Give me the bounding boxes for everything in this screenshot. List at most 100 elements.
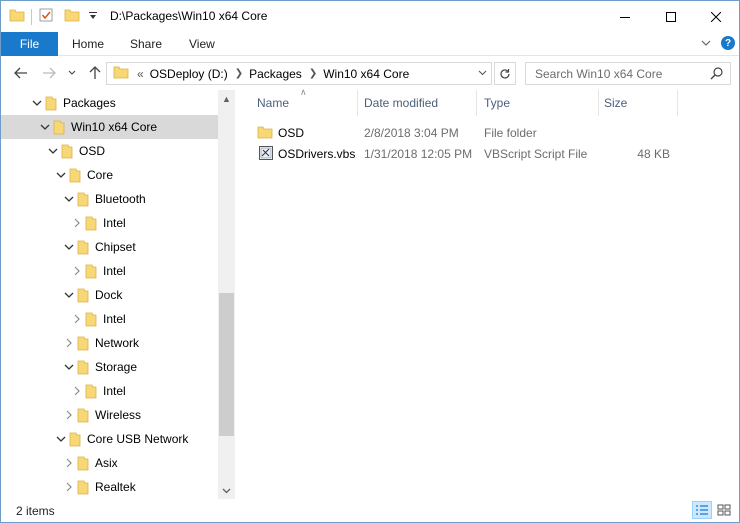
scroll-down-icon[interactable]	[218, 482, 235, 499]
tree-item-network[interactable]: Network	[1, 331, 218, 355]
folder-icon[interactable]	[9, 7, 25, 26]
expand-ribbon-icon[interactable]	[701, 36, 711, 50]
forward-arrow-icon	[43, 67, 56, 79]
address-dropdown-icon[interactable]	[478, 68, 487, 78]
tree-item-label: Bluetooth	[95, 192, 146, 206]
chevron-down-icon[interactable]	[55, 169, 67, 181]
tree-item-asix[interactable]: Asix	[1, 451, 218, 475]
tree-item-intel[interactable]: Intel	[1, 307, 218, 331]
tree-item-intel[interactable]: Intel	[1, 379, 218, 403]
folder-icon	[45, 95, 57, 114]
address-bar[interactable]: « OSDeploy (D:) ❯ Packages ❯ Win10 x64 C…	[106, 62, 492, 85]
chevron-down-icon[interactable]	[31, 97, 43, 109]
file-type: File folder	[484, 125, 537, 140]
column-header-name[interactable]: Name	[257, 90, 289, 116]
recent-locations-button[interactable]	[63, 64, 81, 82]
chevron-right-icon[interactable]	[71, 385, 83, 397]
tab-file[interactable]: File	[1, 32, 58, 56]
column-header-date[interactable]: Date modified	[364, 90, 438, 116]
tree-item-core-usb-network[interactable]: Core USB Network	[1, 427, 218, 451]
tree-scrollbar[interactable]: ▲	[218, 90, 235, 499]
tree-item-bluetooth[interactable]: Bluetooth	[1, 187, 218, 211]
list-item[interactable]: OSD 2/8/2018 3:04 PM File folder	[253, 122, 683, 143]
chevron-down-icon[interactable]	[39, 121, 51, 133]
folder-icon	[77, 335, 89, 354]
tree-item-packages[interactable]: Packages	[1, 91, 218, 115]
breadcrumb-overflow[interactable]: «	[137, 67, 144, 81]
folder-icon	[85, 311, 97, 330]
ribbon-tab-bar: File Home Share View ?	[1, 32, 739, 56]
up-arrow-icon	[89, 66, 101, 79]
tab-share[interactable]: Share	[130, 32, 162, 56]
toolbar-divider	[31, 8, 32, 25]
file-date: 2/8/2018 3:04 PM	[364, 125, 459, 140]
tree-item-intel[interactable]: Intel	[1, 259, 218, 283]
chevron-right-icon[interactable]	[63, 337, 75, 349]
tree-item-label: OSD	[79, 144, 106, 158]
chevron-down-icon[interactable]	[63, 361, 75, 373]
file-size: 48 KB	[637, 146, 670, 161]
search-icon[interactable]	[710, 66, 724, 83]
column-header-size[interactable]: Size	[604, 90, 627, 116]
tree-item-osd[interactable]: OSD	[1, 139, 218, 163]
tree-item-win10-x64-core[interactable]: Win10 x64 Core	[1, 115, 218, 139]
tab-view[interactable]: View	[189, 32, 215, 56]
tree-item-chipset[interactable]: Chipset	[1, 235, 218, 259]
folder-icon	[69, 167, 81, 186]
chevron-right-icon[interactable]	[71, 217, 83, 229]
help-icon[interactable]: ?	[721, 36, 735, 50]
new-folder-icon[interactable]	[64, 7, 80, 26]
column-divider[interactable]	[598, 90, 599, 116]
chevron-down-icon	[68, 70, 76, 75]
up-button[interactable]	[86, 64, 104, 82]
scroll-up-icon[interactable]: ▲	[218, 90, 235, 107]
forward-button[interactable]	[40, 64, 58, 82]
chevron-down-icon[interactable]	[63, 193, 75, 205]
column-divider[interactable]	[677, 90, 678, 116]
breadcrumb-packages[interactable]: Packages	[249, 67, 302, 81]
status-bar: 2 items	[1, 499, 739, 522]
chevron-right-icon[interactable]: ❯	[235, 68, 243, 79]
folder-icon	[77, 359, 89, 378]
breadcrumb-drive[interactable]: OSDeploy (D:)	[150, 67, 228, 81]
tree-item-label: Realtek	[95, 480, 136, 494]
chevron-right-icon[interactable]	[71, 313, 83, 325]
chevron-right-icon[interactable]	[71, 265, 83, 277]
tree-item-wireless[interactable]: Wireless	[1, 403, 218, 427]
folder-icon	[77, 407, 89, 426]
tree-item-dock[interactable]: Dock	[1, 283, 218, 307]
chevron-right-icon[interactable]	[63, 457, 75, 469]
back-button[interactable]	[12, 64, 30, 82]
window-title: D:\Packages\Win10 x64 Core	[110, 9, 268, 23]
properties-icon[interactable]	[38, 7, 54, 26]
chevron-right-icon[interactable]	[63, 409, 75, 421]
search-box[interactable]: Search Win10 x64 Core	[525, 62, 731, 85]
tree-item-core[interactable]: Core	[1, 163, 218, 187]
large-icons-view-button[interactable]	[714, 501, 734, 519]
tree-item-intel[interactable]: Intel	[1, 211, 218, 235]
minimize-button[interactable]	[602, 1, 648, 32]
tree-item-storage[interactable]: Storage	[1, 355, 218, 379]
refresh-button[interactable]	[494, 62, 516, 85]
chevron-down-icon[interactable]	[47, 145, 59, 157]
tree-item-realtek[interactable]: Realtek	[1, 475, 218, 499]
column-divider[interactable]	[357, 90, 358, 116]
chevron-down-icon[interactable]	[55, 433, 67, 445]
maximize-button[interactable]	[648, 1, 694, 32]
chevron-down-icon[interactable]	[63, 241, 75, 253]
customize-toolbar-dropdown-icon[interactable]	[88, 7, 98, 26]
chevron-right-icon[interactable]	[63, 481, 75, 493]
list-item[interactable]: OSDrivers.vbs 1/31/2018 12:05 PM VBScrip…	[253, 143, 683, 164]
column-header-type[interactable]: Type	[484, 90, 510, 116]
quick-access-toolbar	[9, 7, 98, 26]
close-button[interactable]	[693, 1, 739, 32]
scrollbar-thumb[interactable]	[219, 293, 234, 436]
details-view-button[interactable]	[692, 501, 712, 519]
chevron-down-icon[interactable]	[63, 289, 75, 301]
title-bar: D:\Packages\Win10 x64 Core	[1, 1, 739, 32]
column-divider[interactable]	[476, 90, 477, 116]
breadcrumb-current[interactable]: Win10 x64 Core	[323, 67, 409, 81]
chevron-right-icon[interactable]: ❯	[309, 68, 317, 79]
refresh-icon	[500, 68, 510, 79]
tab-home[interactable]: Home	[72, 32, 104, 56]
